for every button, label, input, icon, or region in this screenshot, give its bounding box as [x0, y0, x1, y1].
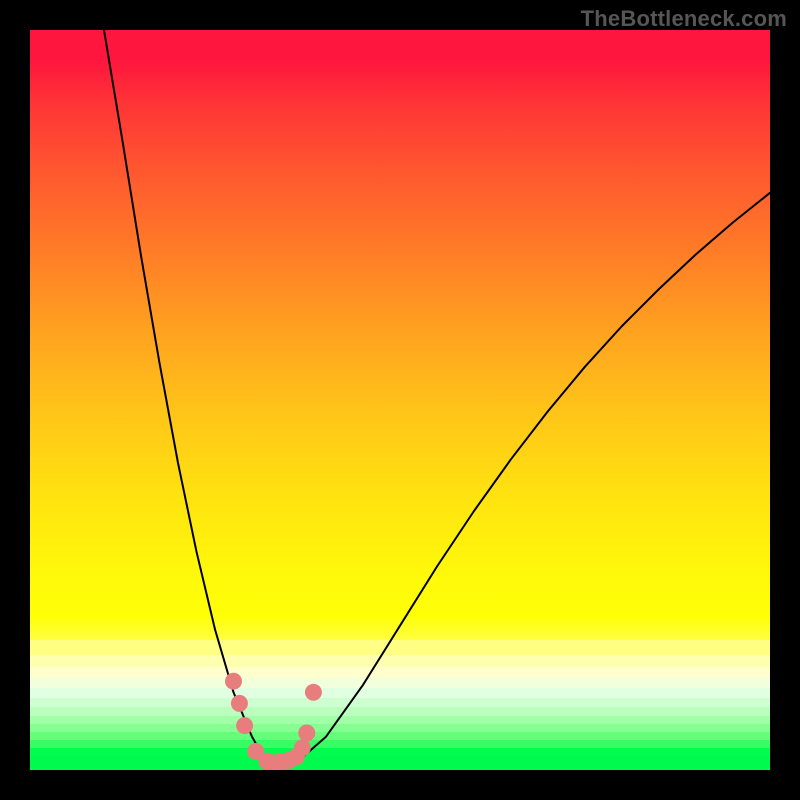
pink-marker	[294, 739, 311, 756]
pink-marker	[231, 695, 248, 712]
pink-marker	[236, 717, 253, 734]
watermark-text: TheBottleneck.com	[581, 6, 787, 32]
pink-marker-group	[225, 673, 322, 770]
bottleneck-curve	[104, 30, 770, 763]
pink-marker	[225, 673, 242, 690]
chart-svg	[30, 30, 770, 770]
plot-area	[30, 30, 770, 770]
pink-marker	[305, 684, 322, 701]
pink-marker	[298, 725, 315, 742]
black-frame: TheBottleneck.com	[0, 0, 800, 800]
